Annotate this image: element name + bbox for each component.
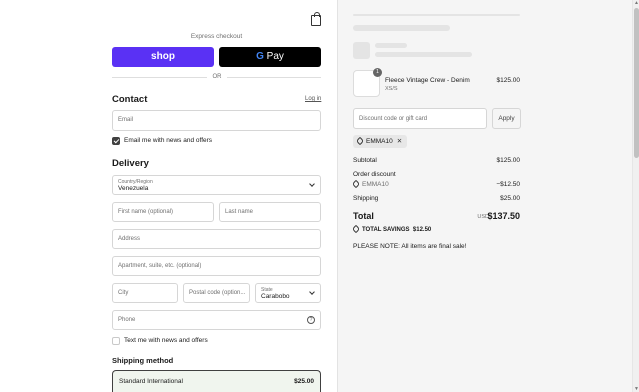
shipping-label: Shipping [353, 195, 379, 202]
sms-news-label: Text me with news and offers [124, 337, 208, 344]
loading-skeleton [353, 14, 520, 16]
loading-skeleton [375, 52, 472, 57]
checkout-form-panel: Express checkout shop G Pay OR Contact L… [0, 0, 337, 392]
email-placeholder: Email [118, 117, 134, 123]
shipping-value: $25.00 [500, 195, 520, 202]
apartment-field[interactable]: Apartment, suite, etc. (optional) [112, 256, 321, 276]
city-placeholder: City [118, 290, 129, 296]
postal-code-field[interactable]: Postal code (option... [183, 283, 250, 303]
state-select[interactable]: State Carabobo [255, 283, 321, 303]
state-value: Carabobo [261, 293, 290, 300]
divider-left [112, 77, 207, 78]
chevron-down-icon [309, 289, 315, 295]
phone-field[interactable]: Phone ? [112, 310, 321, 330]
email-news-checkbox[interactable] [112, 137, 120, 145]
product-variant: XS/S [385, 86, 398, 92]
checkout-page: Express checkout shop G Pay OR Contact L… [0, 0, 639, 392]
tag-icon [355, 136, 365, 146]
last-name-field[interactable]: Last name [219, 202, 321, 222]
discount-code-input[interactable]: Discount code or gift card [353, 108, 487, 129]
order-summary-panel [337, 0, 632, 392]
country-value: Venezuela [118, 185, 149, 192]
scroll-up-arrow-icon[interactable]: ▲ [633, 0, 639, 6]
shop-pay-button[interactable]: shop [112, 47, 214, 67]
delivery-heading: Delivery [112, 158, 149, 169]
savings-label: TOTAL SAVINGS [362, 227, 410, 233]
divider-right [227, 77, 321, 78]
apply-button[interactable]: Apply [492, 108, 521, 129]
loading-skeleton [353, 42, 370, 59]
login-link[interactable]: Log in [305, 96, 321, 102]
address-field[interactable]: Address [112, 229, 321, 249]
email-field[interactable]: Email [112, 110, 321, 131]
tag-icon [351, 179, 361, 189]
loading-skeleton [375, 43, 407, 48]
order-discount-label: Order discount [353, 171, 396, 178]
subtotal-label: Subtotal [353, 157, 377, 164]
phone-placeholder: Phone [118, 317, 136, 323]
order-discount-value: −$12.50 [496, 181, 520, 188]
chevron-down-icon [309, 181, 315, 187]
city-field[interactable]: City [112, 283, 178, 303]
total-label: Total [353, 211, 374, 221]
shipping-option-standard[interactable]: Standard International $25.00 [112, 370, 321, 392]
product-price: $125.00 [496, 77, 521, 84]
scrollbar[interactable]: ▲ ▼ [632, 0, 639, 392]
final-sale-note: PLEASE NOTE: All items are final sale! [353, 243, 467, 250]
first-name-field[interactable]: First name (optional) [112, 202, 214, 222]
applied-code-label: EMMA10 [366, 138, 393, 145]
shipping-option-price: $25.00 [294, 378, 314, 385]
email-news-label: Email me with news and offers [124, 137, 213, 144]
google-g-icon: G [256, 51, 264, 62]
total-savings: TOTAL SAVINGS $12.50 [351, 224, 432, 234]
subtotal-value: $125.00 [496, 157, 521, 164]
google-pay-label: Pay [266, 51, 284, 62]
apartment-placeholder: Apartment, suite, etc. (optional) [118, 263, 202, 269]
address-placeholder: Address [118, 236, 141, 242]
discount-code-text: EMMA10 [362, 181, 389, 188]
loading-skeleton [353, 25, 450, 31]
discount-code-placeholder: Discount code or gift card [359, 116, 428, 122]
help-circle-icon[interactable]: ? [307, 316, 315, 324]
tag-icon [351, 224, 361, 234]
shipping-option-name: Standard International [119, 378, 183, 385]
contact-heading: Contact [112, 94, 148, 105]
quantity-badge: 1 [373, 68, 382, 77]
shipping-method-heading: Shipping method [112, 356, 174, 365]
order-discount-code: EMMA10 [351, 179, 389, 189]
scrollbar-thumb[interactable] [634, 8, 639, 158]
last-name-placeholder: Last name [225, 209, 254, 215]
close-icon[interactable]: ✕ [397, 138, 402, 145]
shopping-bag-icon[interactable] [311, 12, 321, 26]
country-select[interactable]: Country/Region Venezuela [112, 175, 321, 195]
or-divider-label: OR [212, 74, 222, 80]
savings-value: $12.50 [412, 227, 432, 233]
sms-news-checkbox[interactable] [112, 337, 120, 345]
product-name: Fleece Vintage Crew - Denim [385, 77, 470, 84]
postal-code-placeholder: Postal code (option... [189, 290, 246, 296]
google-pay-button[interactable]: G Pay [219, 47, 321, 67]
applied-discount-chip: EMMA10 ✕ [353, 135, 408, 148]
first-name-placeholder: First name (optional) [118, 209, 174, 215]
scroll-down-arrow-icon[interactable]: ▼ [633, 386, 639, 392]
total-value: $137.50 [487, 211, 520, 221]
express-checkout-label: Express checkout [190, 33, 243, 40]
